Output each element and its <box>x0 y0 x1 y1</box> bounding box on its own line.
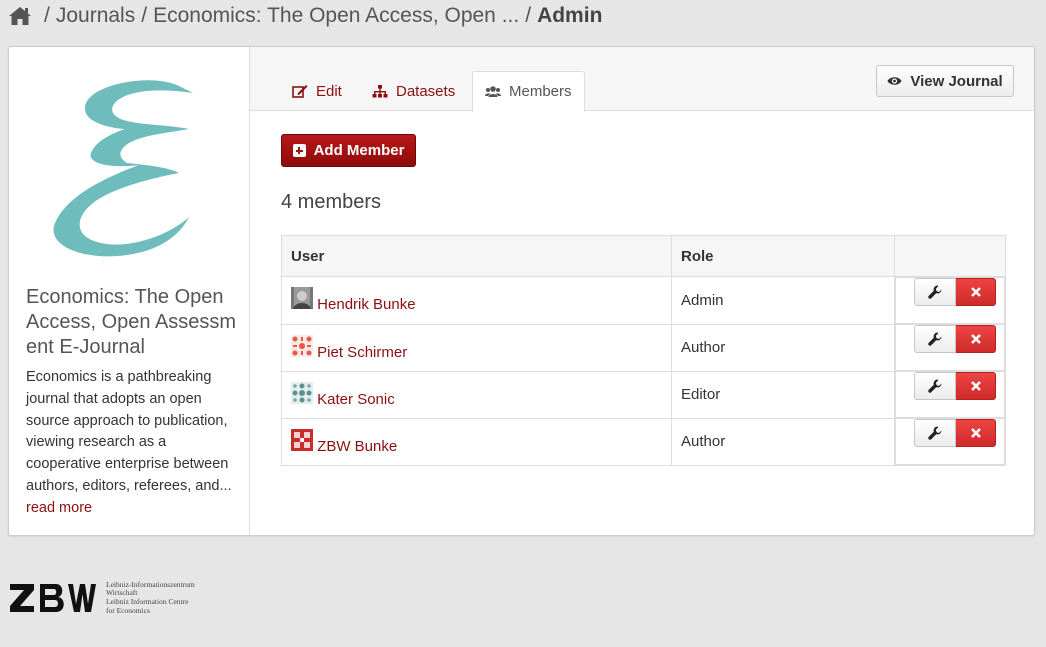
avatar <box>291 287 313 310</box>
column-header-user: User <box>281 235 672 277</box>
plus-square-icon <box>292 144 306 157</box>
tab-edit-label: Edit <box>316 83 342 100</box>
role-cell: Author <box>671 323 895 372</box>
user-cell: Hendrik Bunke <box>281 276 672 325</box>
wrench-icon <box>928 379 942 393</box>
user-cell: Kater Sonic <box>281 370 672 419</box>
add-member-label: Add Member <box>313 142 405 159</box>
user-cell: Piet Schirmer <box>281 323 672 372</box>
tab-members-label: Members <box>509 83 572 100</box>
footer-logo: Leibniz-Informationszentrum Wirtschaft L… <box>8 578 231 618</box>
row-actions <box>914 419 996 464</box>
close-icon <box>970 428 981 438</box>
view-journal-button[interactable]: View Journal <box>876 65 1014 97</box>
eye-icon <box>887 77 902 85</box>
table-row: Kater Sonic Editor <box>281 370 1006 419</box>
sitemap-icon <box>372 85 388 98</box>
wrench-icon <box>928 426 942 440</box>
actions-cell <box>895 371 1005 418</box>
remove-member-button[interactable] <box>956 278 996 306</box>
avatar <box>291 334 313 357</box>
role-cell: Author <box>671 417 895 466</box>
table-header-row: User Role <box>281 235 1006 277</box>
zbw-org-line: for Economics <box>106 605 150 615</box>
wrench-icon <box>928 332 942 346</box>
main-content: Edit Datasets Members View Journal Add M… <box>250 47 1035 535</box>
column-header-role: Role <box>671 235 895 277</box>
breadcrumb-separator: / <box>44 4 50 27</box>
members-table: User Role Hendrik Bunke Admin Piet Schir… <box>281 235 1006 466</box>
remove-member-button[interactable] <box>956 419 996 447</box>
role-cell: Editor <box>671 370 895 419</box>
role-cell: Admin <box>671 276 895 325</box>
table-row: Hendrik Bunke Admin <box>281 276 1006 325</box>
user-name-link[interactable]: Hendrik Bunke <box>317 296 415 313</box>
breadcrumb-separator: / <box>141 4 148 27</box>
row-actions <box>914 372 996 417</box>
user-cell-content: Kater Sonic <box>291 381 662 408</box>
breadcrumb-separator: / <box>525 4 532 27</box>
user-cell-content: Piet Schirmer <box>291 334 662 361</box>
close-icon <box>970 334 981 344</box>
tab-members[interactable]: Members <box>472 71 585 112</box>
breadcrumb-admin: Admin <box>537 4 603 27</box>
members-count: 4 members <box>281 191 382 213</box>
user-cell-content: ZBW Bunke <box>291 428 662 455</box>
actions-cell <box>895 277 1005 324</box>
avatar <box>291 428 313 451</box>
user-cell: ZBW Bunke <box>281 417 672 466</box>
user-cell-content: Hendrik Bunke <box>291 287 662 313</box>
tab-datasets-label: Datasets <box>396 83 456 100</box>
journal-admin-panel: Economics: The Open Access, Open Assessm… <box>8 46 1035 536</box>
table-row: Piet Schirmer Author <box>281 323 1006 372</box>
journal-sidebar: Economics: The Open Access, Open Assessm… <box>9 47 250 535</box>
journal-description: Economics is a pathbreaking journal that… <box>26 367 240 520</box>
actions-cell <box>895 324 1005 371</box>
journal-description-text: Economics is a pathbreaking journal that… <box>26 369 232 494</box>
edit-icon <box>292 85 308 98</box>
row-actions <box>914 278 996 323</box>
row-actions <box>914 325 996 370</box>
wrench-icon <box>928 285 942 299</box>
breadcrumb: / Journals / Economics: The Open Access,… <box>8 2 602 30</box>
tab-datasets[interactable]: Datasets <box>360 71 467 112</box>
view-journal-label: View Journal <box>910 72 1003 90</box>
user-name-link[interactable]: ZBW Bunke <box>317 438 397 455</box>
column-header-actions <box>894 235 1006 277</box>
zbw-logo <box>10 584 96 612</box>
breadcrumb-journal[interactable]: Economics: The Open Access, Open ... <box>153 4 519 28</box>
actions-cell <box>895 418 1005 465</box>
close-icon <box>970 381 981 391</box>
edit-member-button[interactable] <box>914 372 956 400</box>
remove-member-button[interactable] <box>956 325 996 353</box>
edit-member-button[interactable] <box>914 325 956 353</box>
read-more-link[interactable]: read more <box>26 500 92 516</box>
user-name-link[interactable]: Kater Sonic <box>317 391 395 408</box>
user-name-link[interactable]: Piet Schirmer <box>317 344 407 361</box>
edit-member-button[interactable] <box>914 278 956 306</box>
journal-logo <box>53 80 194 257</box>
users-icon <box>485 86 501 97</box>
close-icon <box>970 287 981 297</box>
home-icon[interactable] <box>8 5 32 27</box>
tab-edit[interactable]: Edit <box>280 71 354 112</box>
avatar <box>291 381 313 404</box>
table-row: ZBW Bunke Author <box>281 417 1006 466</box>
breadcrumb-journals[interactable]: Journals <box>56 4 135 28</box>
add-member-button[interactable]: Add Member <box>281 134 416 167</box>
zbw-org-name: Leibniz-Informationszentrum Wirtschaft L… <box>106 580 231 615</box>
remove-member-button[interactable] <box>956 372 996 400</box>
edit-member-button[interactable] <box>914 419 956 447</box>
journal-title: Economics: The Open Access, Open Assessm… <box>26 286 237 358</box>
